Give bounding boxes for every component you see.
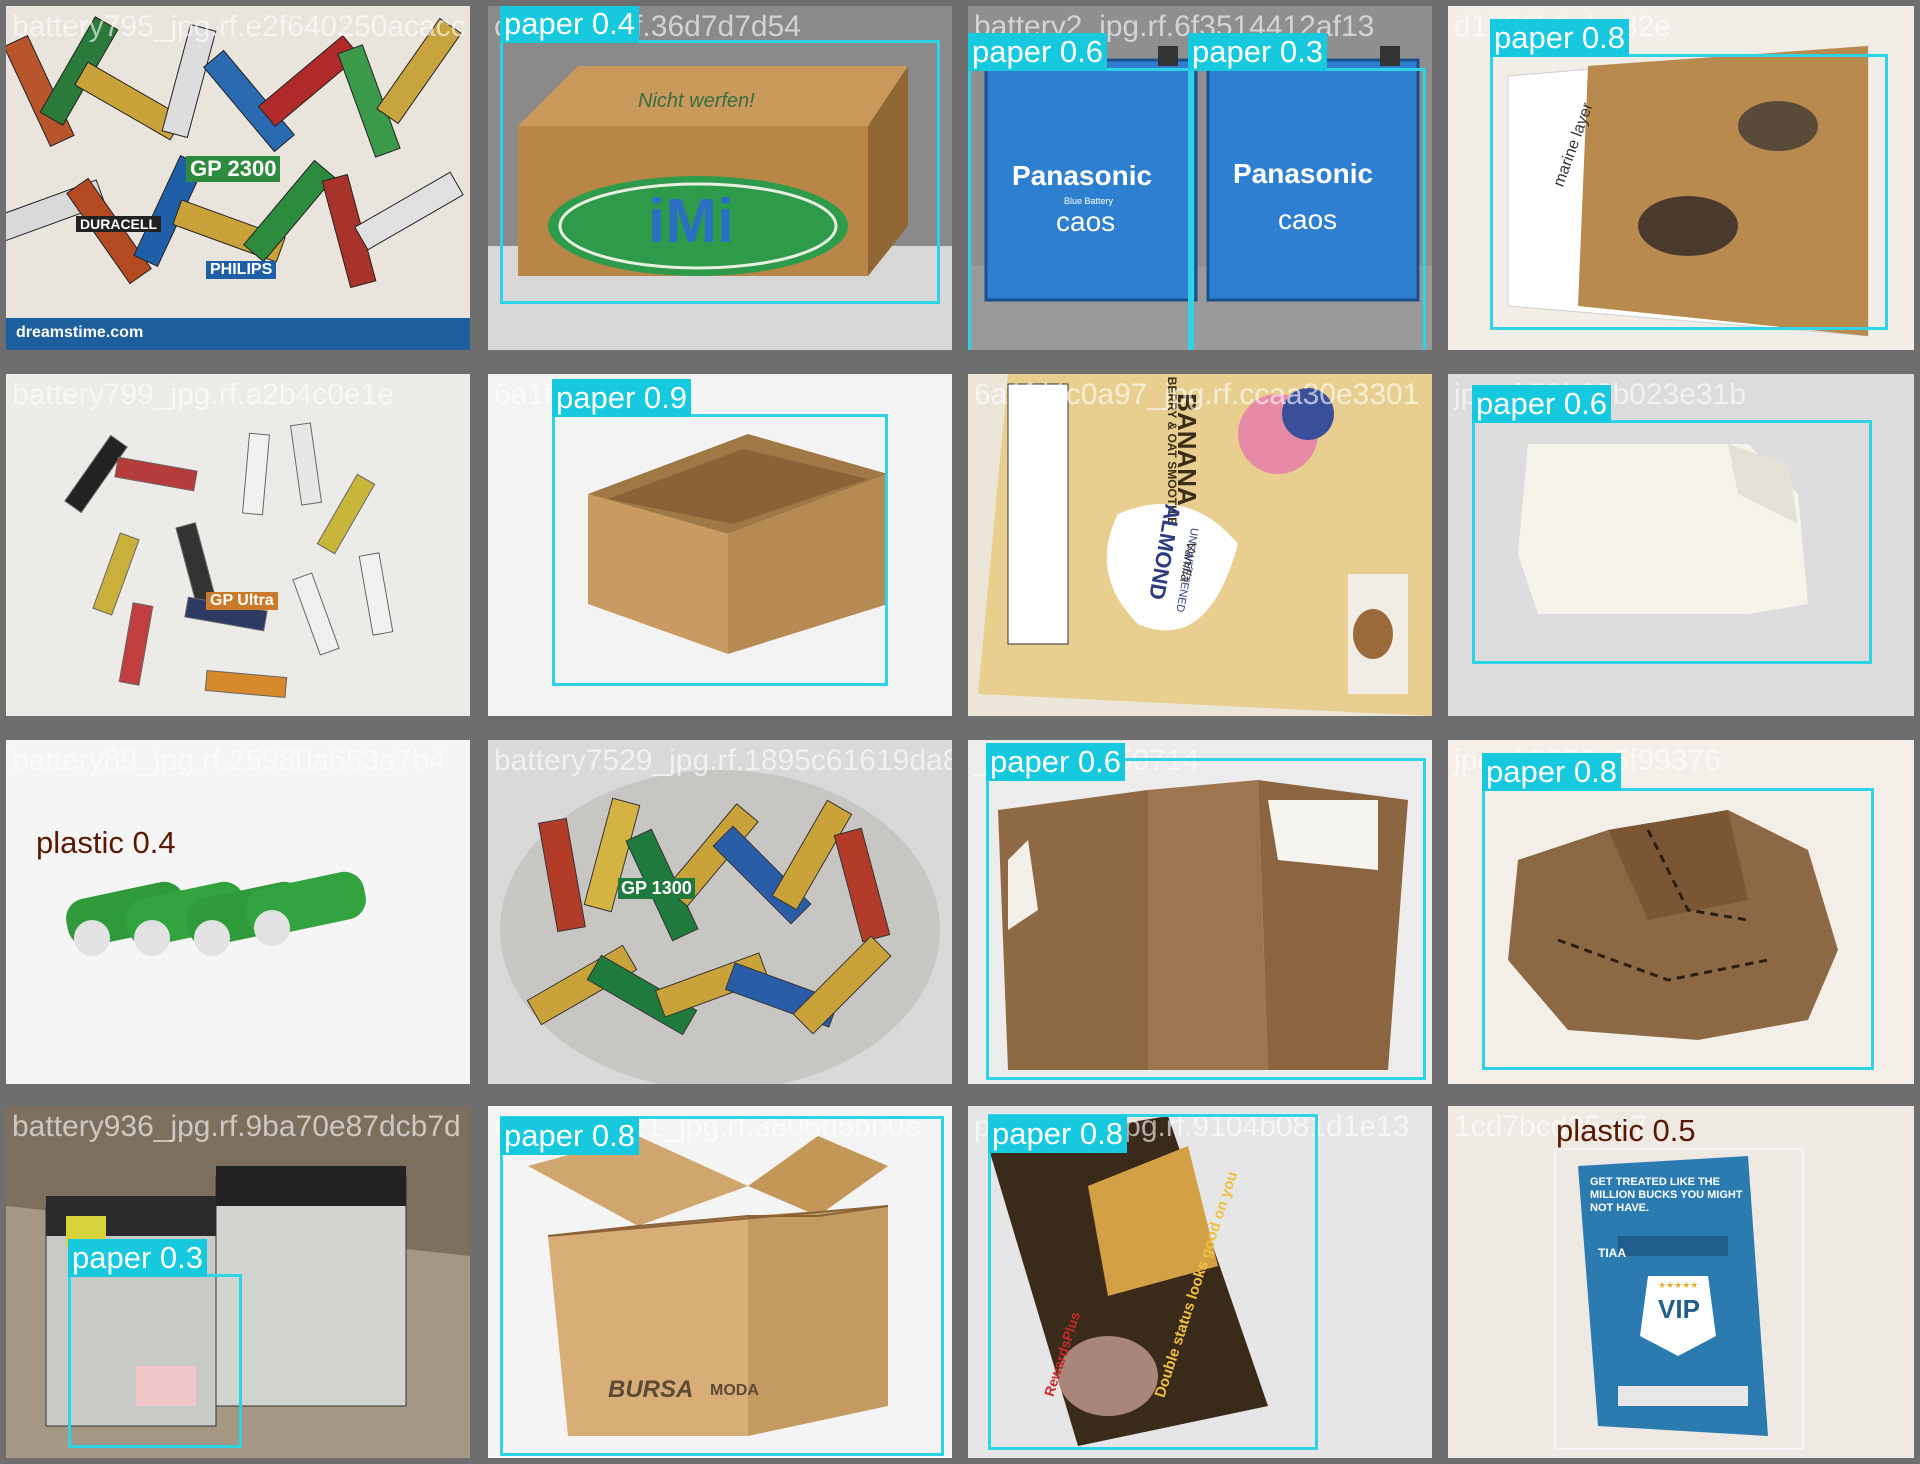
grid-tile[interactable]: jpg.rf.8850a5f99376 paper 0.8 bbox=[1448, 740, 1914, 1084]
image-text-philips: PHILIPS bbox=[206, 261, 277, 279]
detection-label: paper 0.6 bbox=[986, 743, 1125, 781]
detection-box-paper[interactable]: paper 0.3 bbox=[68, 1239, 242, 1448]
detection-box-paper[interactable]: paper 0.9 bbox=[552, 379, 888, 686]
detection-label: paper 0.3 bbox=[68, 1239, 207, 1277]
image-text-duracell: DURACELL bbox=[76, 216, 161, 232]
detection-label: plastic 0.4 bbox=[36, 825, 176, 860]
detection-box-paper[interactable]: paper 0.8 bbox=[1490, 19, 1888, 330]
detection-box-paper[interactable]: paper 0.8 bbox=[500, 1116, 944, 1456]
image-grid: dreamstime.com GP 2300 PHILIPS DURACELL … bbox=[0, 0, 1920, 1464]
detection-label: paper 0.8 bbox=[1490, 19, 1629, 57]
grid-tile[interactable]: RewardsPlus Double status looks good on … bbox=[968, 1106, 1432, 1458]
grid-tile[interactable]: battery936_jpg.rf.9ba70e87dcb7d paper 0.… bbox=[6, 1106, 470, 1458]
detection-box-paper[interactable]: paper 0.6 bbox=[968, 33, 1194, 350]
grid-tile[interactable]: marine layer d1736b2aba82e paper 0.8 bbox=[1448, 6, 1914, 350]
detection-box-paper[interactable]: paper 0.3 bbox=[1188, 33, 1426, 350]
grid-tile[interactable]: battery89_jpg.rf.25980a653a7b4 plastic 0… bbox=[6, 740, 470, 1084]
detection-box-paper[interactable]: paper 0.8 bbox=[1482, 753, 1874, 1070]
detection-box-plastic[interactable]: plastic 0.4 bbox=[34, 824, 464, 1014]
grid-tile[interactable]: GET TREATED LIKE THE MILLION BUCKS YOU M… bbox=[1448, 1106, 1914, 1458]
grid-tile[interactable]: iMi Nicht werfen! c341_jpg.rf.36d7d7d54 … bbox=[488, 6, 952, 350]
detection-label: plastic 0.5 bbox=[1556, 1113, 1696, 1148]
tile-image bbox=[488, 740, 952, 1084]
detection-label: paper 0.8 bbox=[500, 1117, 639, 1155]
detection-box-paper[interactable]: paper 0.4 bbox=[500, 6, 940, 304]
detection-box-paper[interactable]: paper 0.6 bbox=[986, 743, 1426, 1080]
grid-tile[interactable]: dreamstime.com GP 2300 PHILIPS DURACELL … bbox=[6, 6, 470, 350]
grid-tile[interactable]: _jpg.rf.d1350714 paper 0.6 bbox=[968, 740, 1432, 1084]
detection-label: paper 0.3 bbox=[1188, 33, 1327, 71]
image-text-dreamstime: dreamstime.com bbox=[16, 324, 144, 341]
detection-box-paper[interactable]: paper 0.8 bbox=[988, 1114, 1318, 1450]
grid-tile[interactable]: Panasonic caos Panasonic caos Blue Batte… bbox=[968, 6, 1432, 350]
detection-box-plastic[interactable]: plastic 0.5 bbox=[1554, 1113, 1804, 1450]
detection-label: paper 0.9 bbox=[552, 379, 691, 417]
grid-tile[interactable]: GP 1300 battery7529_jpg.rf.1895c61619da8 bbox=[488, 740, 952, 1084]
detection-label: paper 0.6 bbox=[1472, 385, 1611, 423]
image-text-gp: GP 2300 bbox=[186, 156, 281, 182]
image-text-gp-ultra: GP Ultra bbox=[206, 592, 278, 610]
grid-tile[interactable]: BANANA BERRY & OAT SMOOTHIE ALMOND Vanil… bbox=[968, 374, 1432, 716]
detection-label: paper 0.4 bbox=[500, 6, 639, 43]
detection-label: paper 0.8 bbox=[988, 1115, 1127, 1153]
detection-label: paper 0.8 bbox=[1482, 753, 1621, 791]
grid-tile[interactable]: GP Ultra battery799_jpg.rf.a2b4c0e1e bbox=[6, 374, 470, 716]
tile-image bbox=[6, 374, 470, 716]
grid-tile[interactable]: 6a1fd4 paper 0.9 bbox=[488, 374, 952, 716]
grid-tile[interactable]: jpg.rf.52b68b023e31b paper 0.6 bbox=[1448, 374, 1914, 716]
image-text-gp-1300: GP 1300 bbox=[618, 878, 695, 899]
detection-label: paper 0.6 bbox=[968, 33, 1107, 71]
detection-box-paper[interactable]: paper 0.6 bbox=[1472, 385, 1872, 664]
grid-tile[interactable]: BURSA MODA cardboard21_jpg.rf.3806d5bb0e… bbox=[488, 1106, 952, 1458]
